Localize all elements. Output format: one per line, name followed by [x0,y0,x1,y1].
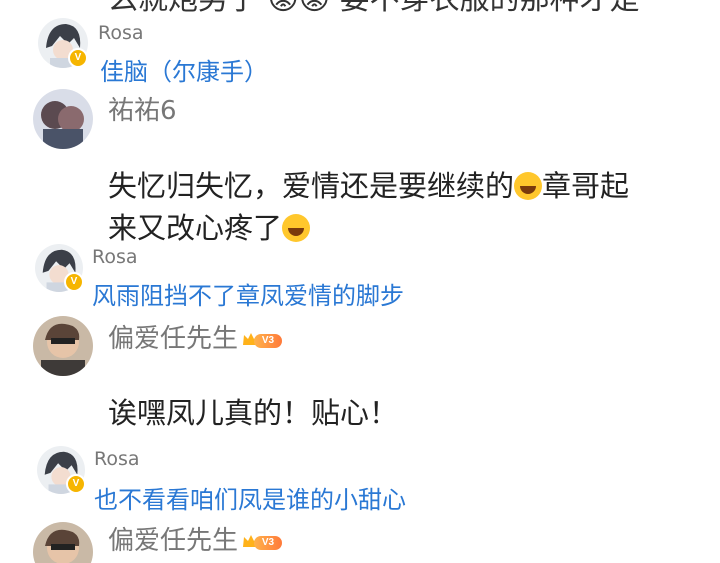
reply-text: 风雨阻挡不了章凤爱情的脚步 [92,282,404,310]
vip-level-text: V3 [254,535,283,550]
reply-text: 佳脑（尔康手） [100,58,268,86]
vip-level-text: V3 [254,333,283,348]
username[interactable]: 偏爱任先生 V3 [108,520,286,557]
verified-badge-icon: V [66,474,86,494]
comment-line: 失忆归失忆，爱情还是要继续的 [108,169,515,203]
comment-item[interactable]: 偏爱任先生 V3 诶嘿凤儿真的！贴心！ [0,312,720,442]
username[interactable]: Rosa [98,22,144,44]
comment-item[interactable]: 偏爱任先生 V3 [0,514,720,563]
username[interactable]: 祐祐6 [108,90,177,127]
username[interactable]: 偏爱任先生 V3 [108,318,286,355]
avatar[interactable] [33,316,93,376]
verified-badge-icon: V [68,48,88,68]
vip-level-badge: V3 [242,531,286,553]
reply-item[interactable]: V Rosa 风雨阻挡不了章凤爱情的脚步 [0,244,720,310]
reply-item[interactable]: V Rosa 佳脑（尔康手） [0,18,720,86]
vip-level-badge: V3 [242,329,286,351]
laughing-emoji-icon [514,172,543,200]
comment-line: 来又改心疼了 [108,211,283,245]
truncated-comment-text: 么就炮男子 😡😡 要不穿衣服的那种才是 [108,0,640,18]
username-text: 偏爱任先生 [108,526,239,556]
comment-line: 章哥起 [542,169,630,203]
comment-text: 诶嘿凤儿真的！贴心！ [108,396,399,430]
reply-item[interactable]: V Rosa 也不看看咱们凤是谁的小甜心 [0,444,720,514]
avatar[interactable] [33,89,93,149]
avatar[interactable] [33,522,93,563]
username[interactable]: Rosa [94,448,140,470]
reply-text: 也不看看咱们凤是谁的小甜心 [94,486,406,514]
laughing-emoji-icon [282,214,311,242]
verified-badge-icon: V [64,272,84,292]
username-text: 偏爱任先生 [108,324,239,354]
username[interactable]: Rosa [92,246,138,268]
comment-text: 失忆归失忆，爱情还是要继续的 章哥起 来又改心疼了 [108,165,629,249]
comment-item[interactable]: 祐祐6 失忆归失忆，爱情还是要继续的 章哥起 来又改心疼了 [0,86,720,246]
